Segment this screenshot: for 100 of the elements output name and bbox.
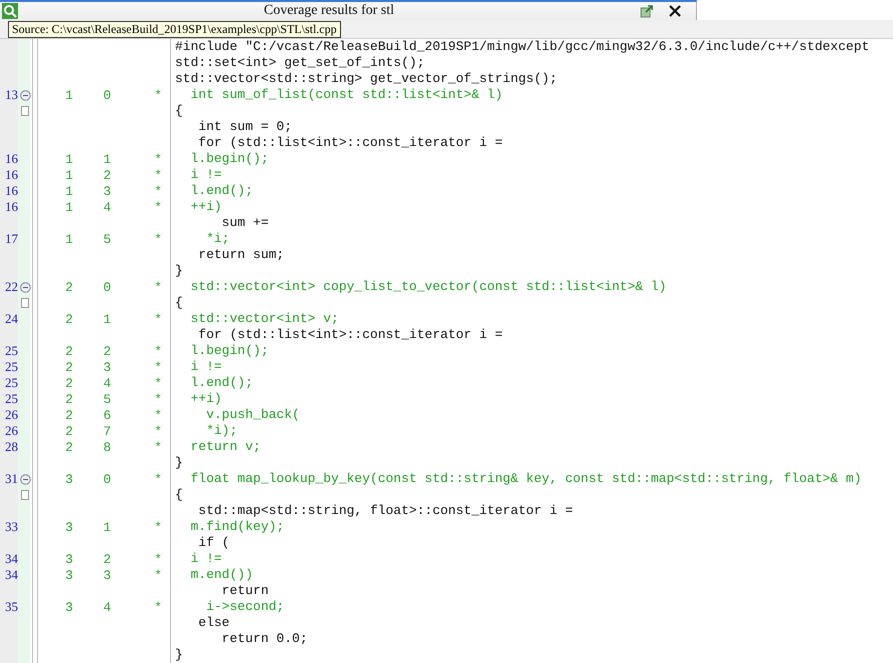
statement-number: 0 <box>102 472 111 486</box>
subprogram-number: 3 <box>64 472 73 486</box>
code-line: l.begin(); <box>170 343 269 359</box>
subprogram-number: 1 <box>64 232 73 246</box>
statement-number: 0 <box>102 280 111 294</box>
statement-number: 5 <box>102 392 111 406</box>
tooltip: Source: C:\vcast\ReleaseBuild_2019SP1\examples\cpp\STL\stl.cpp <box>8 21 341 38</box>
code-line: sum += <box>170 215 269 231</box>
line-number: 16 <box>4 151 18 167</box>
code-line: { <box>170 487 183 503</box>
fold-end-icon <box>21 490 29 500</box>
statement-number: 3 <box>102 360 111 374</box>
statement-number: 2 <box>102 344 111 358</box>
code-line: l.begin(); <box>170 151 269 167</box>
statement-number: 3 <box>102 184 111 198</box>
code-line: i != <box>170 359 222 375</box>
code-line: l.end(); <box>170 183 254 199</box>
subprogram-number: 2 <box>64 392 73 406</box>
subprogram-number: 2 <box>64 344 73 358</box>
subprogram-number: 3 <box>64 600 73 614</box>
fold-end-icon <box>21 106 29 116</box>
coverage-mark: * <box>153 600 162 614</box>
line-number: 25 <box>4 375 18 391</box>
code-line: std::vector<int> v; <box>170 311 339 327</box>
coverage-mark: * <box>153 552 162 566</box>
coverage-mark: * <box>153 408 162 422</box>
coverage-mark: * <box>153 472 162 486</box>
subprogram-number: 2 <box>64 312 73 326</box>
undock-icon[interactable] <box>640 4 654 18</box>
line-number: 34 <box>4 551 18 567</box>
coverage-mark: * <box>153 168 162 182</box>
code-line: i->second; <box>170 599 284 615</box>
statement-number: 4 <box>102 600 111 614</box>
code-line: if ( <box>170 535 230 551</box>
statement-number: 8 <box>102 440 111 454</box>
coverage-mark: * <box>153 152 162 166</box>
code-line: ++i) <box>170 391 222 407</box>
code-line: v.push_back( <box>170 407 300 423</box>
subprogram-number: 3 <box>64 520 73 534</box>
line-number: 25 <box>4 343 18 359</box>
code-line: *i; <box>170 231 230 247</box>
window-title: Coverage results for stl <box>262 3 396 19</box>
statement-number: 2 <box>102 552 111 566</box>
subprogram-number: 2 <box>64 360 73 374</box>
subprogram-number: 2 <box>64 424 73 438</box>
code-line: std::map<std::string, float>::const_iterator i = <box>170 503 573 519</box>
statement-number: 3 <box>102 568 111 582</box>
line-number: 28 <box>4 439 18 455</box>
code-line: return 0.0; <box>170 631 308 647</box>
line-number: 31 <box>4 471 18 487</box>
line-number: 25 <box>4 391 18 407</box>
coverage-mark: * <box>153 376 162 390</box>
subprogram-number: 1 <box>64 200 73 214</box>
code-line: return <box>170 583 269 599</box>
code-line: for (std::list<int>::const_iterator i = <box>170 135 503 151</box>
line-number: 34 <box>4 567 18 583</box>
code-line: else <box>170 615 230 631</box>
code-line: #include "C:/vcast/ReleaseBuild_2019SP1/mingw/lib/gcc/mingw32/6.3.0/include/c++/stdexcept <box>170 39 870 55</box>
line-number: 16 <box>4 167 18 183</box>
statement-number: 1 <box>102 152 111 166</box>
code-line: std::set<int> get_set_of_ints(); <box>170 55 425 71</box>
code-line: } <box>170 455 183 471</box>
statement-number: 4 <box>102 376 111 390</box>
coverage-mark: * <box>153 360 162 374</box>
line-number: 25 <box>4 359 18 375</box>
coverage-mark: * <box>153 280 162 294</box>
line-number: 33 <box>4 519 18 535</box>
coverage-mark: * <box>153 232 162 246</box>
statement-number: 4 <box>102 200 111 214</box>
code-line: std::vector<std::string> get_vector_of_strings(); <box>170 71 558 87</box>
statement-number: 2 <box>102 168 111 182</box>
statement-number: 6 <box>102 408 111 422</box>
coverage-mark: * <box>153 520 162 534</box>
code-line: std::vector<int> copy_list_to_vector(const std::list<int>& l) <box>170 279 666 295</box>
code-line: { <box>170 103 183 119</box>
code-line: float map_lookup_by_key(const std::string& key, const std::map<std::string, float>& m) <box>170 471 862 487</box>
subprogram-number: 1 <box>64 152 73 166</box>
line-number: 17 <box>4 231 18 247</box>
coverage-mark: * <box>153 312 162 326</box>
subprogram-number: 3 <box>64 552 73 566</box>
code-line: int sum = 0; <box>170 119 292 135</box>
code-line: m.find(key); <box>170 519 284 535</box>
code-line: for (std::list<int>::const_iterator i = <box>170 327 503 343</box>
code-line: return sum; <box>170 247 284 263</box>
subprogram-number: 2 <box>64 280 73 294</box>
close-icon[interactable] <box>668 4 682 18</box>
code-line: ++i) <box>170 199 222 215</box>
code-line: { <box>170 295 183 311</box>
search-icon <box>2 3 18 19</box>
subprogram-number: 3 <box>64 568 73 582</box>
code-line: i != <box>170 551 222 567</box>
subprogram-number: 1 <box>64 184 73 198</box>
subprogram-number: 1 <box>64 88 73 102</box>
subprogram-number: 2 <box>64 408 73 422</box>
subprogram-number: 2 <box>64 376 73 390</box>
coverage-mark: * <box>153 568 162 582</box>
line-number: 26 <box>4 423 18 439</box>
statement-number: 0 <box>102 88 111 102</box>
code-line: *i); <box>170 423 238 439</box>
line-number: 13 <box>4 87 18 103</box>
